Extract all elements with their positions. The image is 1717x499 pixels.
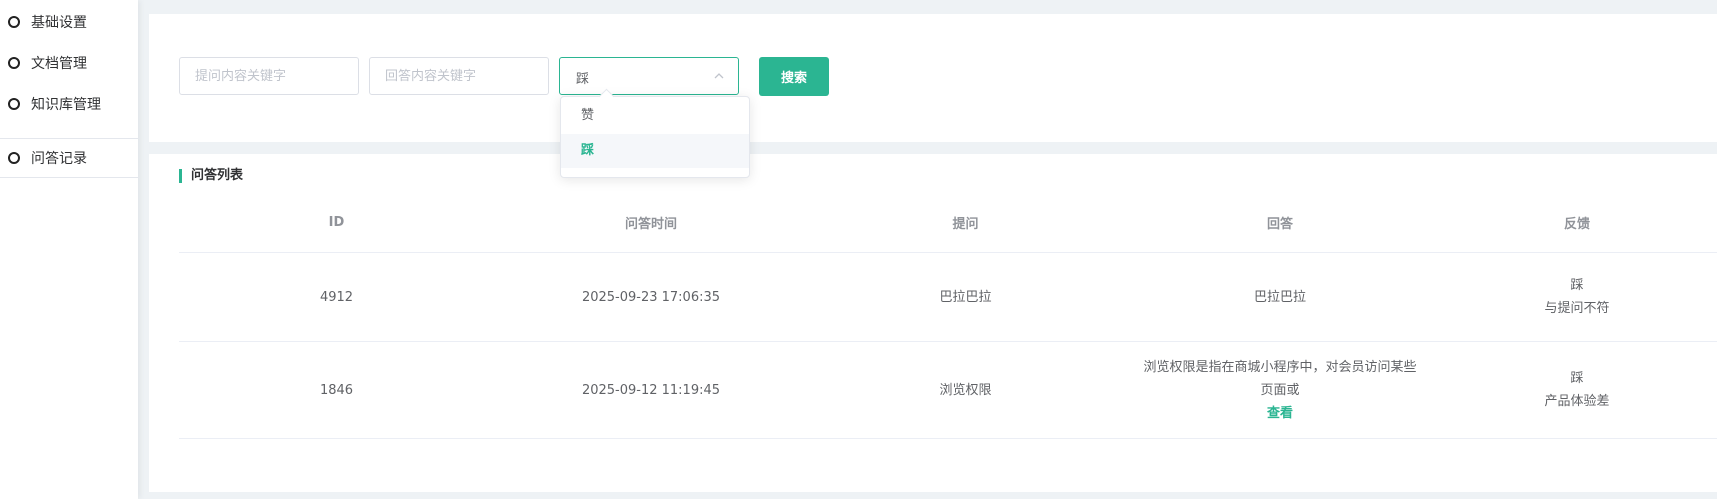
dropdown-option-like[interactable]: 赞 — [561, 99, 749, 133]
table-header-row: ID 问答时间 提问 回答 反馈 — [179, 192, 1717, 253]
cell-id: 1846 — [179, 341, 494, 439]
question-keyword-field[interactable] — [179, 57, 359, 95]
feedback-reason: 与提问不符 — [1544, 301, 1610, 316]
cell-feedback: 踩 与提问不符 — [1437, 252, 1717, 342]
circle-icon — [8, 152, 20, 164]
circle-icon — [8, 16, 20, 28]
cell-answer: 浏览权限是指在商城小程序中，对会员访问某些 页面或 查看 — [1123, 341, 1437, 439]
column-header-answer: 回答 — [1123, 192, 1437, 253]
column-header-id: ID — [179, 192, 494, 253]
feedback-dropdown: 赞 踩 — [560, 88, 750, 178]
chevron-up-icon — [714, 73, 724, 79]
dropdown-option-dislike[interactable]: 踩 — [561, 134, 749, 168]
cell-id: 4912 — [179, 252, 494, 342]
feedback-select[interactable]: 踩 — [559, 57, 739, 95]
table-row: 1846 2025-09-12 11:19:45 浏览权限 浏览权限是指在商城小… — [179, 341, 1717, 439]
sidebar-item-knowledge-base[interactable]: 知识库管理 — [0, 82, 138, 126]
column-header-feedback: 反馈 — [1437, 192, 1717, 253]
feedback-select-value: 踩 — [576, 72, 590, 87]
sidebar-item-label: 问答记录 — [31, 151, 87, 167]
column-header-time: 问答时间 — [494, 192, 808, 253]
sidebar: 基础设置 文档管理 知识库管理 问答记录 — [0, 0, 138, 499]
section-title: 问答列表 — [179, 168, 243, 184]
circle-icon — [8, 57, 20, 69]
answer-text-continued: 页面或 — [1260, 382, 1300, 398]
feedback-reason: 产品体验差 — [1544, 394, 1610, 409]
qa-table: ID 问答时间 提问 回答 反馈 4912 2025-09-23 17:06:3… — [179, 192, 1717, 439]
sidebar-item-label: 文档管理 — [31, 56, 87, 72]
answer-keyword-field[interactable] — [369, 57, 549, 95]
search-button[interactable]: 搜索 — [759, 57, 829, 96]
cell-feedback: 踩 产品体验差 — [1437, 341, 1717, 439]
table-row: 4912 2025-09-23 17:06:35 巴拉巴拉 巴拉巴拉 踩 与提问… — [179, 252, 1717, 342]
question-keyword-input[interactable] — [180, 58, 358, 94]
qa-list-panel: 问答列表 ID 问答时间 提问 回答 反馈 4912 2025-09-23 17… — [149, 154, 1717, 492]
sidebar-item-qa-records[interactable]: 问答记录 — [0, 138, 138, 178]
cell-time: 2025-09-23 17:06:35 — [494, 252, 808, 342]
column-header-question: 提问 — [808, 192, 1123, 253]
cell-question: 浏览权限 — [808, 341, 1123, 439]
feedback-type: 踩 — [1570, 371, 1584, 386]
view-link[interactable]: 查看 — [1124, 402, 1436, 425]
answer-keyword-input[interactable] — [370, 58, 548, 94]
answer-text: 浏览权限是指在商城小程序中，对会员访问某些 — [1143, 359, 1417, 375]
sidebar-item-label: 基础设置 — [31, 15, 87, 31]
cell-time: 2025-09-12 11:19:45 — [494, 341, 808, 439]
circle-icon — [8, 98, 20, 110]
top-strip — [128, 0, 1717, 12]
sidebar-item-document-management[interactable]: 文档管理 — [0, 41, 138, 85]
sidebar-item-label: 知识库管理 — [31, 97, 101, 113]
search-panel: 踩 搜索 — [149, 14, 1717, 142]
answer-text: 巴拉巴拉 — [1253, 289, 1306, 305]
feedback-type: 踩 — [1570, 278, 1584, 293]
sidebar-item-basic-settings[interactable]: 基础设置 — [0, 0, 138, 44]
cell-question: 巴拉巴拉 — [808, 252, 1123, 342]
cell-answer: 巴拉巴拉 — [1123, 252, 1437, 342]
